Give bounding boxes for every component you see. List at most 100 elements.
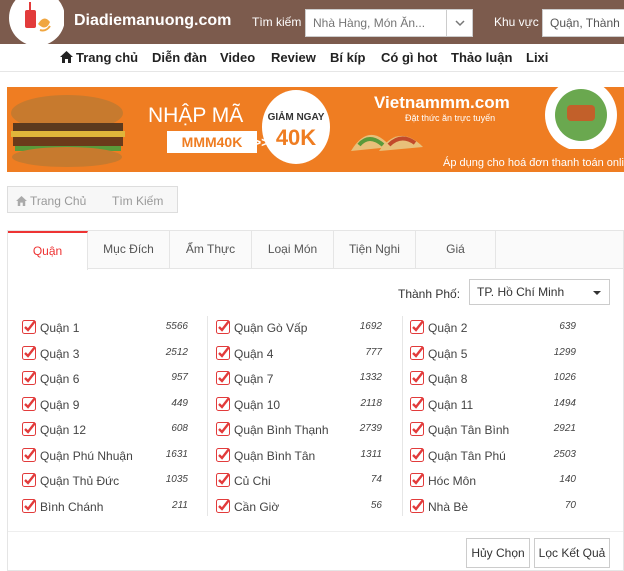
- nav-item-discussion[interactable]: Thảo luận: [451, 50, 512, 65]
- nav-item-hot[interactable]: Có gì hot: [381, 50, 437, 65]
- checkbox-checked-icon[interactable]: [22, 422, 36, 439]
- tab-purpose[interactable]: Mục Đích: [88, 231, 170, 269]
- district-option[interactable]: Quận Bình Thạnh 2739: [216, 421, 396, 439]
- nav-item-label: Trang chủ: [76, 50, 139, 65]
- checkbox-checked-icon[interactable]: [22, 473, 36, 490]
- checkbox-checked-icon[interactable]: [410, 320, 424, 337]
- district-option[interactable]: Quận 4 777: [216, 345, 396, 363]
- district-count: 70: [564, 499, 576, 511]
- district-count: 1311: [360, 448, 382, 460]
- tab-price[interactable]: Giá: [416, 231, 496, 269]
- district-option[interactable]: Quận 5 1299: [410, 345, 590, 363]
- district-count: 1494: [553, 397, 576, 409]
- district-option[interactable]: Quận 2 639: [410, 319, 590, 337]
- district-option[interactable]: Quận 6 957: [22, 370, 202, 388]
- district-name: Quận 10: [234, 397, 281, 412]
- district-option[interactable]: Quận Bình Tân 1311: [216, 447, 396, 465]
- area-label: Khu vực: [494, 15, 539, 29]
- checkbox-checked-icon[interactable]: [22, 498, 36, 516]
- district-option[interactable]: Quận Gò Vấp 1692: [216, 319, 396, 337]
- checkbox-checked-icon[interactable]: [410, 371, 424, 388]
- area-select[interactable]: Quận, Thành P: [542, 9, 624, 37]
- district-option[interactable]: Quận Phú Nhuận 1631: [22, 447, 202, 465]
- district-option[interactable]: Quận 10 2118: [216, 396, 396, 414]
- checkbox-checked-icon[interactable]: [22, 320, 36, 337]
- checkbox-checked-icon[interactable]: [22, 396, 36, 414]
- checkbox-checked-icon[interactable]: [216, 473, 230, 490]
- filter-tabs: Quận Mục Đích Ẩm Thực Loại Món Tiện Nghi…: [8, 231, 623, 270]
- logo-icon[interactable]: [4, 0, 65, 46]
- district-count: 608: [171, 423, 188, 434]
- brand-name[interactable]: Diadiemanuong.com: [74, 12, 231, 30]
- checkbox-checked-icon[interactable]: [22, 371, 36, 388]
- district-option[interactable]: Bình Chánh 211: [22, 498, 202, 516]
- checkbox-checked-icon[interactable]: [216, 498, 230, 516]
- nav-item-forum[interactable]: Diễn đàn: [152, 50, 207, 65]
- district-name: Nhà Bè: [428, 499, 469, 514]
- district-option[interactable]: Cần Giờ 56: [216, 498, 396, 516]
- main-nav: Trang chủ Diễn đàn Video Review Bí kíp C…: [0, 44, 624, 72]
- city-select[interactable]: TP. Hồ Chí Minh: [469, 279, 610, 305]
- checkbox-checked-icon[interactable]: [216, 320, 230, 337]
- district-option[interactable]: Quận 8 1026: [410, 370, 590, 388]
- checkbox-checked-icon[interactable]: [216, 422, 230, 439]
- column-divider: [207, 316, 208, 516]
- nav-item-home[interactable]: Trang chủ: [60, 50, 138, 66]
- district-count: 2503: [553, 448, 576, 460]
- district-name: Quận 1: [40, 321, 80, 335]
- tab-dish-type[interactable]: Loại Món: [252, 231, 334, 269]
- tab-cuisine[interactable]: Ẩm Thực: [170, 231, 252, 269]
- district-option[interactable]: Hóc Môn 140: [410, 472, 590, 490]
- district-option[interactable]: Quận Tân Bình 2921: [410, 421, 590, 439]
- district-option[interactable]: Quận 12 608: [22, 421, 202, 439]
- apply-filter-button[interactable]: Lọc Kết Quả: [534, 538, 610, 568]
- search-label: Tìm kiếm: [252, 15, 302, 29]
- checkbox-checked-icon[interactable]: [410, 447, 424, 465]
- district-name: Củ Chi: [234, 474, 271, 488]
- checkbox-checked-icon[interactable]: [216, 396, 230, 414]
- checkbox-checked-icon[interactable]: [410, 345, 424, 363]
- breadcrumb-home[interactable]: Trang Chủ: [7, 186, 105, 213]
- checkbox-checked-icon[interactable]: [216, 345, 230, 363]
- district-option[interactable]: Quận 7 1332: [216, 370, 396, 388]
- district-option[interactable]: Quận Tân Phú 2503: [410, 447, 590, 465]
- district-name: Quận 11: [428, 397, 474, 412]
- district-option[interactable]: Quận 1 5566: [22, 319, 202, 337]
- search-input[interactable]: [306, 10, 444, 36]
- district-option[interactable]: Quận 11 1494: [410, 396, 590, 414]
- district-count: 56: [370, 499, 382, 511]
- tab-amenities[interactable]: Tiện Nghi: [334, 231, 416, 269]
- city-select-value: TP. Hồ Chí Minh: [477, 285, 565, 299]
- nav-item-review[interactable]: Review: [271, 50, 316, 65]
- search-field[interactable]: [305, 9, 473, 37]
- cancel-button[interactable]: Hủy Chọn: [466, 538, 530, 568]
- search-dropdown-button[interactable]: [446, 10, 472, 36]
- banner-headline: NHẬP MÃ: [148, 104, 244, 127]
- district-name: Hóc Môn: [428, 474, 477, 488]
- district-option[interactable]: Nhà Bè 70: [410, 498, 590, 516]
- city-label: Thành Phố:: [398, 287, 461, 301]
- nav-item-lixi[interactable]: Lixi: [526, 50, 548, 65]
- checkbox-checked-icon[interactable]: [216, 371, 230, 388]
- district-option[interactable]: Quận 3 2512: [22, 345, 202, 363]
- top-header: Diadiemanuong.com Tìm kiếm Khu vực Quận,…: [0, 0, 624, 46]
- checkbox-checked-icon[interactable]: [216, 447, 230, 465]
- district-name: Quận Bình Thạnh: [234, 423, 329, 437]
- district-option[interactable]: Củ Chi 74: [216, 472, 396, 490]
- checkbox-checked-icon[interactable]: [410, 498, 424, 516]
- district-name: Quận 9: [40, 397, 80, 412]
- district-option[interactable]: Quận Thủ Đức 1035: [22, 472, 202, 490]
- checkbox-checked-icon[interactable]: [22, 447, 36, 465]
- checkbox-checked-icon[interactable]: [22, 345, 36, 363]
- district-option[interactable]: Quận 9 449: [22, 396, 202, 414]
- district-count: 2512: [165, 346, 188, 358]
- checkbox-checked-icon[interactable]: [410, 473, 424, 490]
- promo-banner[interactable]: NHẬP MÃ MMM40K >> GIẢM NGAY 40K Vietnamm…: [7, 87, 624, 172]
- district-count: 1035: [165, 474, 188, 485]
- nav-item-tips[interactable]: Bí kíp: [330, 50, 365, 65]
- tab-district[interactable]: Quận: [8, 231, 88, 270]
- home-icon: [16, 195, 27, 209]
- nav-item-video[interactable]: Video: [220, 50, 255, 65]
- checkbox-checked-icon[interactable]: [410, 396, 424, 414]
- checkbox-checked-icon[interactable]: [410, 422, 424, 439]
